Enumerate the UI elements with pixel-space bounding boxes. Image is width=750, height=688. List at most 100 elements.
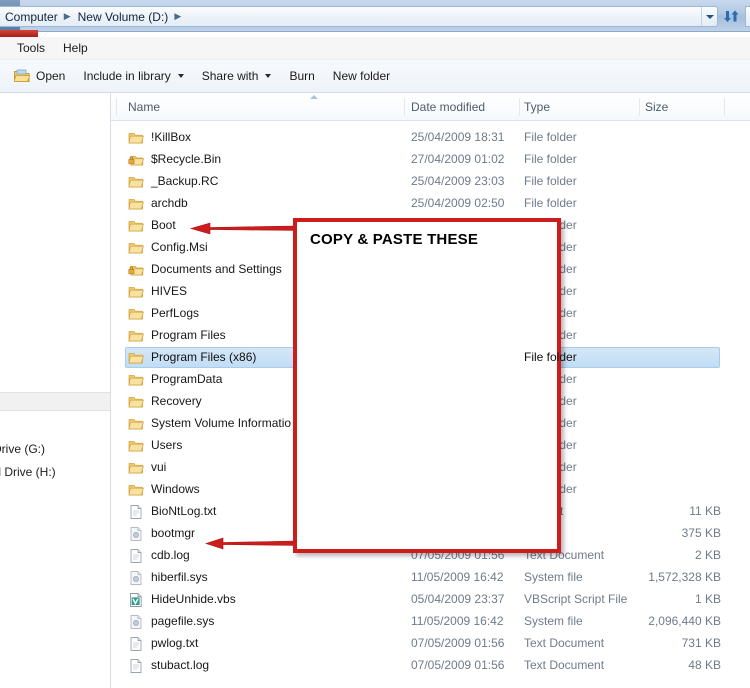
menu-item-tools[interactable]: Tools	[8, 39, 54, 57]
file-size-cell: 2,096,440 KB	[648, 614, 721, 628]
folder-icon	[128, 243, 144, 254]
toolbar-button-burn-label: Burn	[289, 69, 315, 83]
column-header-name[interactable]: Name	[128, 100, 160, 114]
navigation-pane[interactable]: ese (D:))l Drive (G:)ical Drive (H:)	[0, 93, 111, 688]
file-size-cell: 48 KB	[688, 658, 721, 672]
refresh-button[interactable]	[721, 6, 742, 27]
folder-icon	[128, 328, 144, 344]
table-row[interactable]: pwlog.txt 07/05/2009 01:56 Text Document 73…	[111, 633, 750, 655]
folder-icon	[128, 287, 144, 298]
table-row[interactable]: $Recycle.Bin 27/04/2009 01:02 File folder	[111, 149, 750, 171]
text-file-icon	[128, 636, 144, 652]
table-row[interactable]: _Backup.RC 25/04/2009 23:03 File folder	[111, 171, 750, 193]
file-date-cell: 25/04/2009 23:03	[411, 174, 505, 188]
text-file-icon	[128, 504, 144, 520]
open-folder-icon	[14, 69, 30, 82]
folder-locked-icon	[128, 156, 144, 166]
toolbar-button-new-folder[interactable]: New folder	[324, 65, 399, 87]
annotation-callout-box: COPY & PASTE THESE	[293, 218, 561, 553]
file-name-cell: Windows	[151, 482, 200, 496]
toolbar-button-open-label: Open	[36, 69, 66, 83]
breadcrumb[interactable]: Computer ▶ New Volume (D:) ▶	[0, 9, 701, 25]
file-name-cell: vui	[151, 460, 167, 474]
system-file-icon	[128, 614, 144, 630]
decorative-red-strip	[0, 30, 38, 37]
folder-icon	[128, 240, 144, 256]
folder-icon	[128, 375, 144, 386]
toolbar-button-burn[interactable]: Burn	[280, 65, 323, 87]
arrow-to-bootmgr	[205, 537, 297, 550]
folder-icon	[128, 174, 144, 190]
column-divider[interactable]	[724, 98, 725, 116]
file-name-cell: Recovery	[151, 394, 202, 408]
sort-ascending-icon	[310, 95, 318, 99]
toolbar-button-include-in-library[interactable]: Include in library	[74, 65, 192, 87]
title-bar: Computer ▶ New Volume (D:) ▶	[0, 0, 750, 37]
address-bar[interactable]: Computer ▶ New Volume (D:) ▶	[0, 6, 718, 27]
column-header-date-modified[interactable]: Date modified	[411, 100, 485, 114]
table-row[interactable]: hiberfil.sys 11/05/2009 16:42 System file 1…	[111, 567, 750, 589]
text-file-icon	[128, 548, 144, 564]
table-row[interactable]: archdb 25/04/2009 02:50 File folder	[111, 193, 750, 215]
folder-icon	[128, 309, 144, 320]
breadcrumb-item-computer[interactable]: Computer	[3, 9, 60, 25]
folder-icon	[128, 221, 144, 232]
file-name-cell: System Volume Informatio	[151, 416, 292, 430]
file-name-cell: cdb.log	[151, 548, 190, 562]
system-file-icon	[130, 615, 142, 629]
text-file-icon	[130, 505, 142, 519]
table-row[interactable]: stubact.log 07/05/2009 01:56 Text Document…	[111, 655, 750, 677]
file-type-cell: File folder	[524, 130, 577, 144]
table-row[interactable]: pagefile.sys 11/05/2009 16:42 System file 2…	[111, 611, 750, 633]
nav-item-3[interactable]: l Drive (G:)	[0, 442, 45, 456]
file-size-cell: 731 KB	[681, 636, 721, 650]
folder-icon	[128, 460, 144, 476]
folder-icon	[128, 218, 144, 234]
file-type-cell: File folder	[524, 196, 577, 210]
file-date-cell: 11/05/2009 16:42	[411, 570, 504, 584]
file-name-cell: HIVES	[151, 284, 188, 298]
breadcrumb-separator-icon: ▶	[63, 11, 71, 21]
column-divider[interactable]	[639, 98, 640, 116]
file-date-cell: 07/05/2009 01:56	[411, 636, 505, 650]
file-name-cell: Boot	[151, 218, 176, 232]
address-dropdown-button[interactable]	[701, 7, 717, 26]
text-file-icon	[130, 637, 142, 651]
column-divider[interactable]	[116, 98, 117, 116]
window-right-edge	[745, 6, 750, 27]
file-name-cell: ProgramData	[151, 372, 223, 386]
column-header-type[interactable]: Type	[524, 100, 550, 114]
toolbar-button-include-in-library-label: Include in library	[83, 69, 171, 83]
table-row[interactable]: !KillBox 25/04/2009 18:31 File folder	[111, 127, 750, 149]
column-divider[interactable]	[519, 98, 520, 116]
toolbar-button-share-with-label: Share with	[201, 69, 259, 83]
menu-item-help[interactable]: Help	[54, 39, 97, 57]
file-date-cell: 25/04/2009 02:50	[411, 196, 505, 210]
folder-icon	[128, 438, 144, 454]
system-file-icon	[128, 526, 144, 542]
file-name-cell: bootmgr	[151, 526, 196, 540]
folder-icon	[128, 353, 144, 364]
system-file-icon	[128, 570, 144, 586]
file-date-cell: 25/04/2009 18:31	[411, 130, 505, 144]
file-size-cell: 375 KB	[681, 526, 721, 540]
file-date-cell: 27/04/2009 01:02	[411, 152, 505, 166]
toolbar-button-share-with[interactable]: Share with	[193, 65, 281, 87]
folder-icon	[128, 350, 144, 366]
refresh-icon	[724, 10, 739, 22]
nav-item-4[interactable]: ical Drive (H:)	[0, 465, 56, 479]
file-type-cell: File folder	[524, 350, 577, 364]
folder-icon	[128, 306, 144, 322]
table-row[interactable]: HideUnhide.vbs 05/04/2009 23:37 VBScript S…	[111, 589, 750, 611]
column-header-size[interactable]: Size	[645, 100, 668, 114]
file-name-cell: hiberfil.sys	[151, 570, 208, 584]
toolbar-button-new-folder-label: New folder	[332, 69, 391, 83]
folder-icon	[128, 196, 144, 212]
folder-icon	[128, 177, 144, 188]
toolbar-button-open[interactable]: Open	[5, 65, 74, 87]
chevron-down-icon	[177, 74, 184, 78]
column-divider[interactable]	[404, 98, 405, 116]
folder-icon	[128, 397, 144, 408]
annotation-label: COPY & PASTE THESE	[310, 231, 479, 248]
breadcrumb-item-new-volume[interactable]: New Volume (D:)	[76, 9, 171, 25]
